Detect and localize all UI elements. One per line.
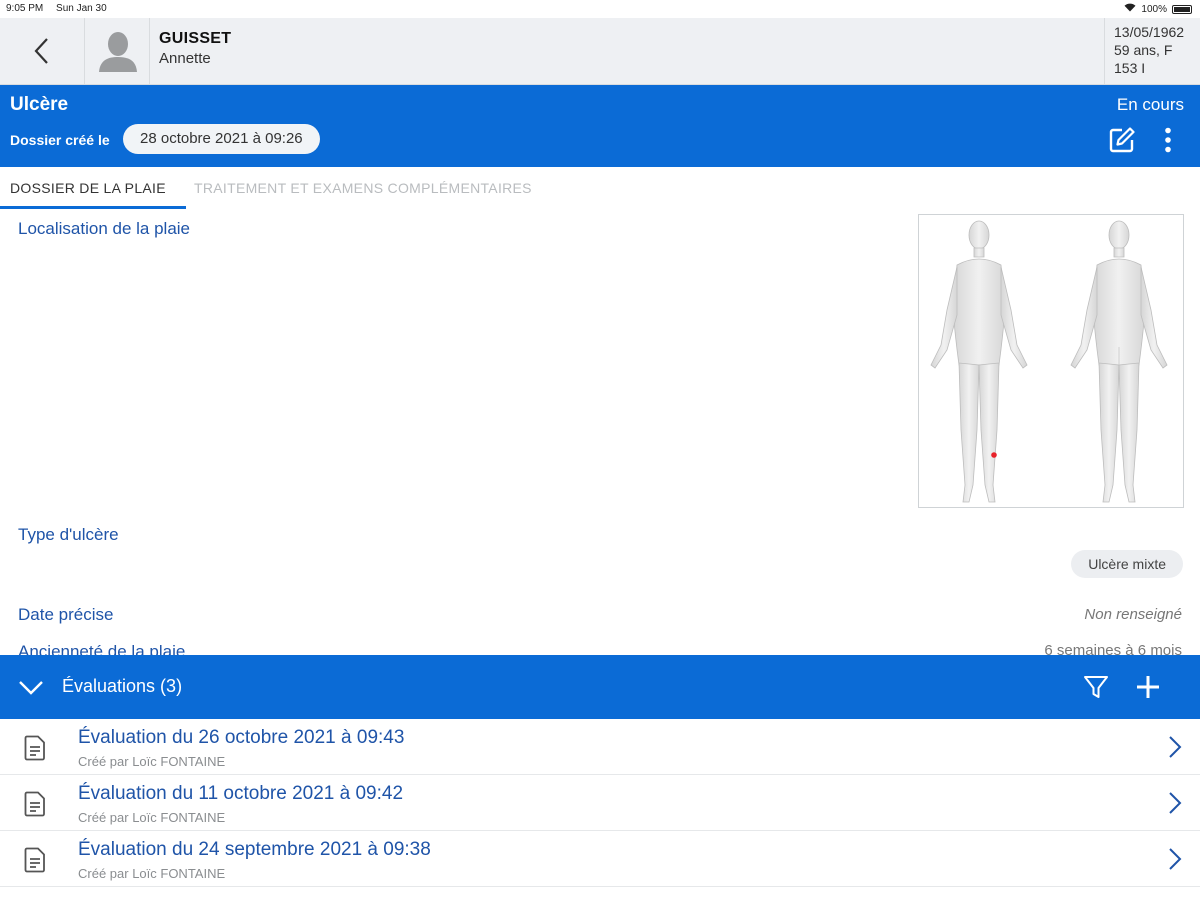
patient-age-sex: 59 ans, F [1114, 42, 1173, 58]
wound-status: En cours [1116, 95, 1184, 114]
avatar [86, 18, 150, 84]
patient-name: GUISSET Annette [159, 30, 231, 67]
body-silhouette-image [930, 220, 1168, 503]
tab-traitement-examens[interactable]: TRAITEMENT ET EXAMENS COMPLÉMENTAIRES [194, 180, 532, 196]
filter-icon [1084, 676, 1108, 698]
document-icon [24, 847, 45, 873]
plus-icon [1137, 676, 1159, 698]
tab-bar: DOSSIER DE LA PLAIE TRAITEMENT ET EXAMEN… [0, 167, 1200, 210]
filter-button[interactable] [1082, 673, 1110, 701]
ulcer-type-value: Ulcère mixte [1071, 550, 1183, 578]
wound-age-value: 6 semaines à 6 mois [1044, 642, 1182, 655]
evaluation-row[interactable]: Évaluation du 26 octobre 2021 à 09:43 Cr… [0, 719, 1200, 775]
evaluation-author: Créé par Loïc FONTAINE [78, 754, 226, 769]
wifi-icon [1124, 3, 1136, 15]
patient-info: 13/05/1962 59 ans, F 153 I [1104, 18, 1200, 84]
edit-button[interactable] [1106, 125, 1138, 155]
patient-header: GUISSET Annette 13/05/1962 59 ans, F 153… [0, 18, 1200, 85]
patient-birth-date: 13/05/1962 [1114, 24, 1185, 40]
status-time: 9:05 PM [6, 3, 44, 14]
created-date-pill: 28 octobre 2021 à 09:26 [123, 124, 320, 154]
tab-dossier-plaie[interactable]: DOSSIER DE LA PLAIE [10, 180, 166, 196]
evaluation-author: Créé par Loïc FONTAINE [78, 810, 226, 825]
patient-room: 153 I [1114, 60, 1146, 76]
collapse-evaluations-button[interactable] [18, 675, 44, 699]
wound-details: Localisation de la plaie Type d'ulcère U… [0, 210, 1200, 655]
evaluation-title: Évaluation du 26 octobre 2021 à 09:43 [78, 727, 405, 748]
edit-icon [1109, 127, 1135, 153]
more-vertical-icon [1165, 127, 1171, 153]
ulcer-type-label: Type d'ulcère [18, 525, 119, 544]
evaluation-row[interactable]: Évaluation du 24 septembre 2021 à 09:38 … [0, 831, 1200, 887]
battery-percent: 100% [1141, 3, 1167, 15]
more-options-button[interactable] [1156, 125, 1180, 155]
patient-first-name: Annette [159, 50, 211, 67]
evaluation-row[interactable]: Évaluation du 11 octobre 2021 à 09:42 Cr… [0, 775, 1200, 831]
status-date: Sun Jan 30 [56, 3, 107, 14]
evaluations-title: Évaluations (3) [62, 676, 183, 696]
evaluations-header: Évaluations (3) [0, 655, 1200, 719]
active-tab-indicator [0, 206, 186, 209]
document-icon [24, 791, 45, 817]
precise-date-label: Date précise [18, 605, 114, 624]
localisation-label: Localisation de la plaie [18, 219, 191, 238]
chevron-down-icon [19, 681, 43, 695]
document-icon [24, 735, 45, 761]
body-map[interactable] [918, 214, 1184, 508]
patient-last-name: GUISSET [159, 30, 232, 47]
wound-header: Ulcère Dossier créé le 28 octobre 2021 à… [0, 85, 1200, 167]
status-bar: 9:05 PM Sun Jan 30 100% [0, 0, 1200, 18]
created-label: Dossier créé le [10, 132, 110, 148]
evaluation-title: Évaluation du 24 septembre 2021 à 09:38 [78, 839, 431, 860]
chevron-right-icon [1169, 792, 1182, 814]
precise-date-value: Non renseigné [1084, 606, 1182, 623]
chevron-right-icon [1169, 736, 1182, 758]
chevron-right-icon [1169, 848, 1182, 870]
battery-icon [1172, 4, 1192, 14]
evaluation-title: Évaluation du 11 octobre 2021 à 09:42 [78, 783, 404, 804]
back-button[interactable] [0, 18, 85, 84]
avatar-icon [98, 32, 137, 72]
evaluation-author: Créé par Loïc FONTAINE [78, 866, 226, 881]
wound-title: Ulcère [10, 94, 69, 115]
back-icon [34, 38, 48, 64]
evaluations-list: Évaluation du 26 octobre 2021 à 09:43 Cr… [0, 719, 1200, 887]
wound-location-marker [991, 452, 997, 458]
add-evaluation-button[interactable] [1134, 673, 1162, 701]
wound-age-label: Ancienneté de la plaie [18, 642, 186, 655]
